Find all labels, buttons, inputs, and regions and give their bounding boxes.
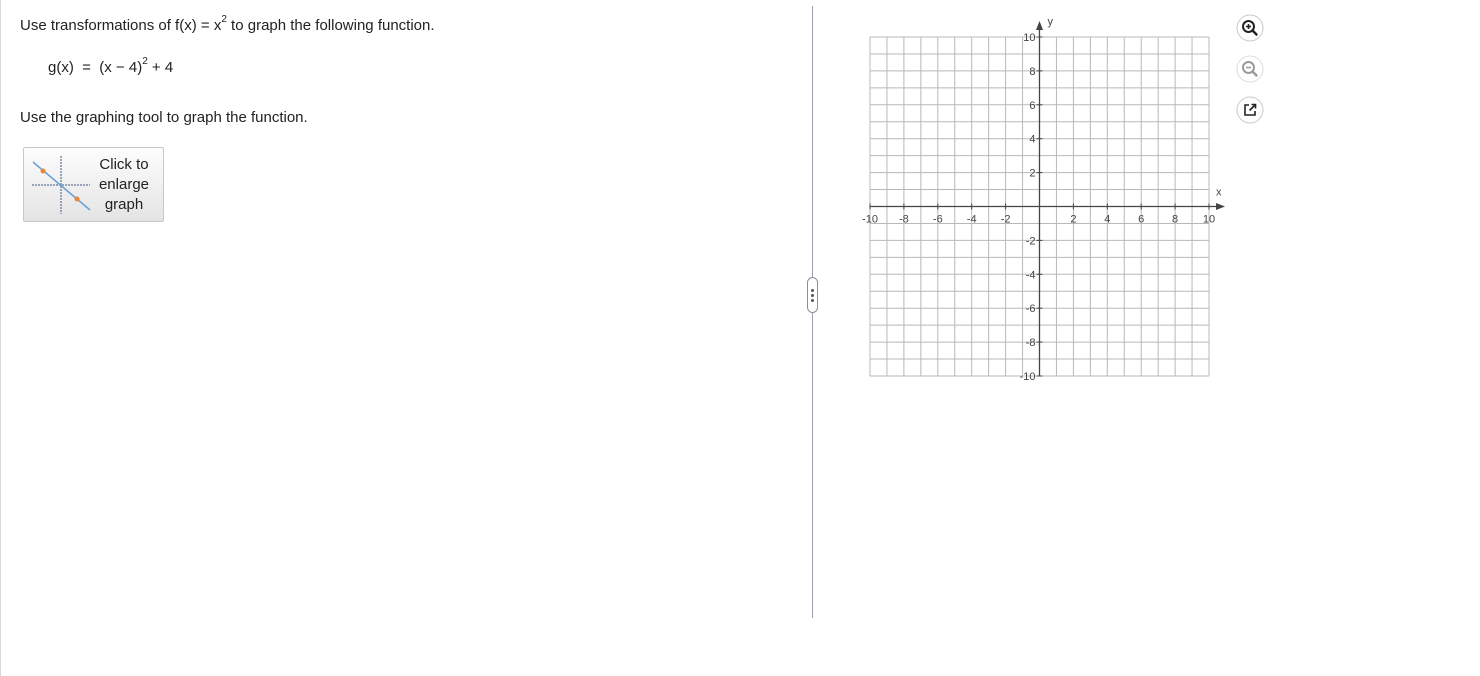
y-tick-label: 2: [1029, 168, 1035, 180]
page: Use transformations of f(x) = x2 to grap…: [0, 0, 1480, 676]
enlarge-label: Click to enlarge graph: [90, 155, 158, 215]
y-tick-label: 10: [1023, 32, 1035, 44]
enlarge-graph-button[interactable]: Click to enlarge graph: [23, 147, 164, 222]
y-tick-label: -2: [1026, 235, 1036, 247]
x-tick-label: -8: [899, 214, 909, 226]
x-tick-label: 2: [1070, 214, 1076, 226]
coordinate-graph[interactable]: -10 -8 -6 -4 -2 2 4 6 8 10 10 8 6 4 2 -2 -4 -6 -8 -10 x y: [855, 10, 1230, 385]
y-tick-label: 6: [1029, 100, 1035, 112]
prompt-text-tail: to graph the following function.: [226, 17, 435, 34]
x-tick-label: 4: [1104, 214, 1110, 226]
y-tick-label: -8: [1026, 337, 1036, 349]
y-tick-label: -6: [1026, 303, 1036, 315]
y-tick-label: -10: [1020, 371, 1036, 383]
x-tick-label: -6: [933, 214, 943, 226]
x-tick-label: 10: [1203, 214, 1215, 226]
popout-button[interactable]: [1236, 96, 1264, 124]
zoom-out-button[interactable]: [1236, 55, 1264, 83]
left-border: [0, 0, 1, 676]
pane-resize-handle[interactable]: [807, 277, 818, 313]
equation-exponent: 2: [142, 56, 148, 67]
x-tick-label: 8: [1172, 214, 1178, 226]
graph-axes: [869, 21, 1225, 377]
prompt-text: Use transformations of f(x) = x: [20, 17, 222, 34]
graph-thumbnail-icon: [32, 156, 91, 214]
x-tick-label: -10: [862, 214, 878, 226]
equation-text: g(x) = (x − 4): [48, 59, 143, 76]
prompt-exponent: 2: [221, 14, 227, 25]
zoom-in-button[interactable]: [1236, 14, 1264, 42]
function-equation: g(x) = (x − 4)2 + 4: [48, 56, 174, 76]
y-tick-label: 4: [1029, 134, 1035, 146]
x-tick-label: -2: [1001, 214, 1011, 226]
question-prompt: Use transformations of f(x) = x2 to grap…: [20, 14, 435, 34]
x-axis-label: x: [1216, 187, 1222, 199]
x-tick-label: 6: [1138, 214, 1144, 226]
equation-text-tail: + 4: [147, 59, 174, 76]
enlarge-label-line2: enlarge: [98, 176, 150, 193]
x-axis-arrow-icon: [1216, 203, 1225, 210]
y-axis-arrow-icon: [1036, 21, 1043, 30]
enlarge-label-line1: Click to: [99, 156, 149, 173]
enlarge-label-line3: graph: [104, 196, 144, 213]
y-tick-label: 8: [1029, 66, 1035, 78]
x-tick-label: -4: [967, 214, 977, 226]
zoom-in-icon: [1236, 14, 1264, 42]
zoom-out-icon: [1236, 55, 1264, 83]
y-tick-label: -4: [1026, 269, 1036, 281]
external-link-icon: [1236, 96, 1264, 124]
y-axis-label: y: [1048, 16, 1054, 28]
instruction-text: Use the graphing tool to graph the funct…: [20, 109, 308, 126]
